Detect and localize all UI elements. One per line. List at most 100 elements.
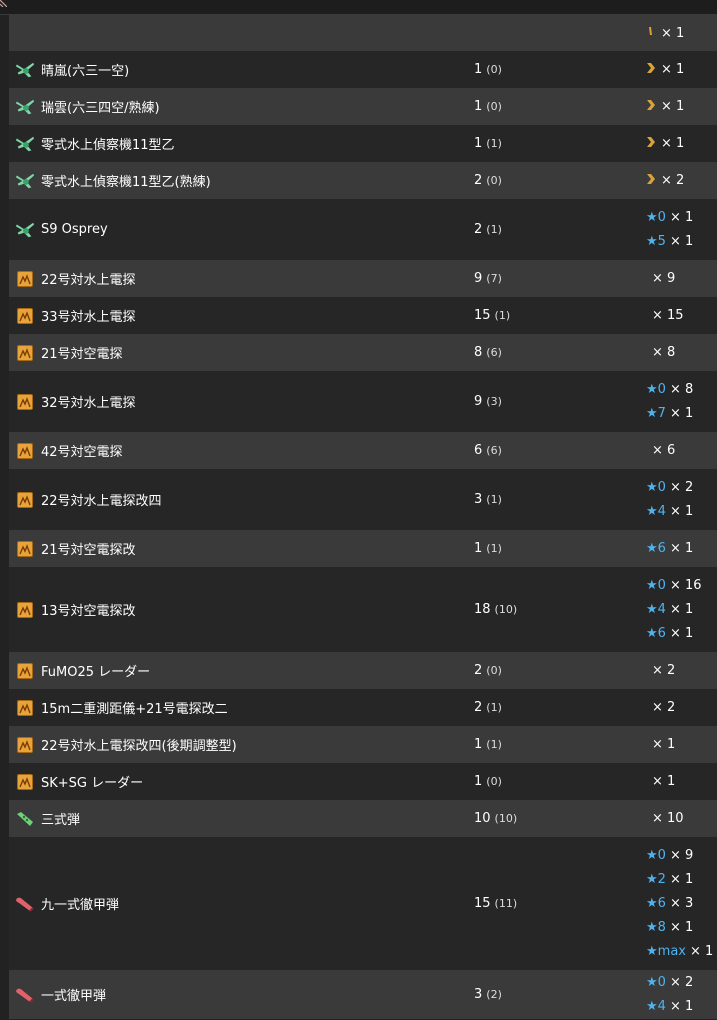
equipment-name: 零式水上偵察機11型乙(熟練) <box>41 175 211 190</box>
equipment-name: FuMO25 レーダー <box>41 665 151 680</box>
corner-icon <box>0 0 7 7</box>
equipment-name: 零式水上偵察機11型乙 <box>41 138 175 153</box>
table-row: FuMO25 レーダー 2 (0) × 2 <box>9 652 717 689</box>
multiplier: × 1 <box>669 872 694 887</box>
star-level: ★0 <box>646 210 666 225</box>
radar-icon <box>15 441 35 461</box>
seaplane-icon <box>15 60 35 80</box>
equipment-name: 15m二重測距儀+21号電探改二 <box>41 702 228 717</box>
multiplier: × 3 <box>669 896 694 911</box>
star-level: ★8 <box>646 920 666 935</box>
improvement-entry: × 1 <box>646 733 675 757</box>
improvement-entry: × 1 <box>646 21 684 45</box>
improvement-entry: ★0 × 2 <box>646 476 693 500</box>
unlocked-count: (6) <box>486 444 502 457</box>
radar-icon <box>15 269 35 289</box>
equipment-count: 10 (10) <box>474 800 517 837</box>
improvement-list: × 1 <box>646 726 675 763</box>
star-level: ★4 <box>646 999 666 1014</box>
multiplier: × 1 <box>652 774 676 789</box>
table-row: 33号対水上電探 15 (1) × 15 <box>9 297 717 334</box>
equipment-count: 3 (1) <box>474 469 502 530</box>
unlocked-count: (6) <box>486 346 502 359</box>
equipment-name: 22号対水上電探改四 <box>41 494 162 509</box>
equipment-count: 15 (11) <box>474 837 517 970</box>
star-level: ★2 <box>646 872 666 887</box>
improvement-entry: × 2 <box>646 169 684 193</box>
equipment-count: 1 (0) <box>474 51 502 88</box>
equipment-name: 32号対水上電探 <box>41 396 136 411</box>
multiplier: × 2 <box>652 700 676 715</box>
table-row: 瑞雲(六三四空/熟練) 1 (0) × 1 <box>9 88 717 125</box>
unlocked-count: (0) <box>486 174 502 187</box>
radar-icon <box>15 600 35 620</box>
equipment-name: 三式弾 <box>41 813 81 828</box>
improvement-entry: × 2 <box>646 659 675 683</box>
multiplier: × 1 <box>669 210 694 225</box>
table-row: 42号対空電探 6 (6) × 6 <box>9 432 717 469</box>
equipment-name: 13号対空電探改 <box>41 604 136 619</box>
improvement-entry: ★5 × 1 <box>646 230 693 254</box>
equipment-name: 一式徹甲弾 <box>41 989 107 1004</box>
improvement-entry: ★0 × 16 <box>646 574 702 598</box>
radar-icon <box>15 698 35 718</box>
seaplane-icon <box>15 134 35 154</box>
total-count: 1 <box>474 774 483 789</box>
total-count: 1 <box>474 541 483 556</box>
table-row: 15m二重測距儀+21号電探改二 2 (1) × 2 <box>9 689 717 726</box>
improvement-list: ★6 × 1 <box>646 530 693 567</box>
improvement-entry: × 6 <box>646 439 675 463</box>
equipment-count <box>474 15 478 51</box>
total-count: 15 <box>474 896 491 911</box>
multiplier: × 1 <box>669 234 694 249</box>
total-count: 2 <box>474 222 483 237</box>
improvement-list: × 1 <box>646 125 684 162</box>
equipment-count: 2 (1) <box>474 199 502 260</box>
total-count: 1 <box>474 62 483 77</box>
improvement-entry: ★6 × 3 <box>646 892 713 916</box>
improvement-entry: × 1 <box>646 770 675 794</box>
equipment-name: SK+SG レーダー <box>41 776 144 791</box>
improvement-list: ★0 × 8 ★7 × 1 <box>646 371 693 432</box>
star-level: ★0 <box>646 848 666 863</box>
table-row: 22号対水上電探改四(後期調整型) 1 (1) × 1 <box>9 726 717 763</box>
multiplier: × 1 <box>669 920 694 935</box>
multiplier: × 1 <box>661 99 685 114</box>
star-level: ★0 <box>646 382 666 397</box>
radar-icon <box>15 306 35 326</box>
total-count: 6 <box>474 443 483 458</box>
table-row: 21号対空電探改 1 (1) ★6 × 1 <box>9 530 717 567</box>
improvement-entry: × 1 <box>646 95 684 119</box>
total-count: 1 <box>474 99 483 114</box>
multiplier: × 1 <box>669 406 694 421</box>
star-level: ★6 <box>646 896 666 911</box>
unlocked-count: (1) <box>494 309 511 322</box>
improvement-list: × 1 <box>646 15 684 51</box>
table-row: 一式徹甲弾 3 (2) ★0 × 2 ★4 × 1 <box>9 970 717 1019</box>
improvement-list: ★0 × 2 ★4 × 1 <box>646 469 693 530</box>
table-row: S9 Osprey 2 (1) ★0 × 1 ★5 × 1 <box>9 199 717 260</box>
unlocked-count: (10) <box>494 603 518 616</box>
multiplier: × 1 <box>669 541 694 556</box>
multiplier: × 1 <box>669 626 694 641</box>
star-level: ★7 <box>646 406 666 421</box>
equipment-name: 21号対空電探改 <box>41 543 136 558</box>
equipment-name: S9 Osprey <box>41 222 108 237</box>
improvement-entry: × 9 <box>646 267 675 291</box>
proficiency-icon <box>646 62 657 78</box>
improvement-list: × 1 <box>646 88 684 125</box>
improvement-list: × 2 <box>646 652 675 689</box>
table-row: 零式水上偵察機11型乙 1 (1) × 1 <box>9 125 717 162</box>
improvement-list: ★0 × 16 ★4 × 1 ★6 × 1 <box>646 567 702 652</box>
total-count: 3 <box>474 492 483 507</box>
multiplier: × 9 <box>669 848 694 863</box>
total-count: 1 <box>474 737 483 752</box>
unlocked-count: (1) <box>486 493 502 506</box>
multiplier: × 1 <box>661 62 685 77</box>
equipment-name: 晴嵐(六三一空) <box>41 64 130 79</box>
improvement-entry: ★4 × 1 <box>646 995 693 1019</box>
table-row: × 1 <box>9 15 717 51</box>
improvement-entry: × 8 <box>646 341 675 365</box>
radar-icon <box>15 661 35 681</box>
equipment-name: 22号対水上電探 <box>41 273 136 288</box>
